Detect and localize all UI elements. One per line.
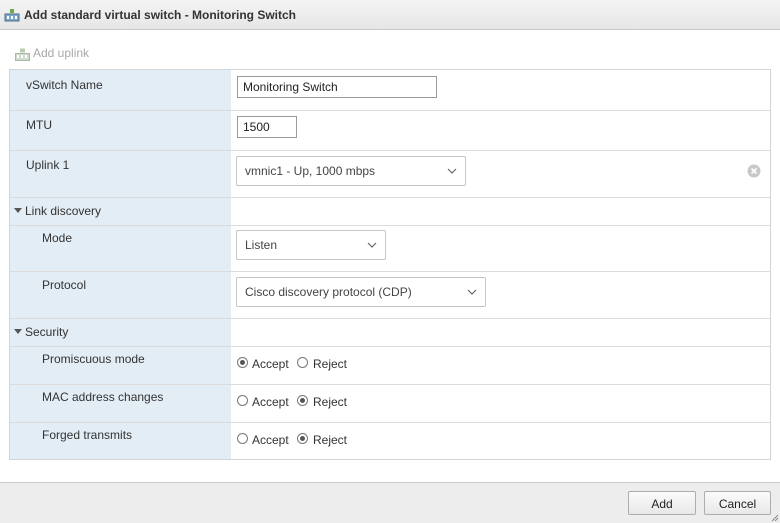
promiscuous-reject-label: Reject: [313, 357, 348, 371]
add-uplink-label: Add uplink: [33, 46, 90, 60]
mtu-input[interactable]: [237, 116, 297, 138]
row-divider: [10, 318, 770, 319]
promiscuous-reject-radio[interactable]: [297, 357, 308, 368]
mac-changes-reject-label: Reject: [313, 395, 348, 409]
protocol-label: Protocol: [42, 278, 87, 292]
mac-changes-reject-radio[interactable]: [297, 395, 308, 406]
uplink1-selected-value: vmnic1 - Up, 1000 mbps: [245, 164, 376, 178]
vswitch-name-label: vSwitch Name: [26, 78, 103, 92]
row-divider: [10, 422, 770, 423]
promiscuous-accept-radio[interactable]: [237, 357, 248, 368]
row-divider: [10, 225, 770, 226]
dialog-footer: Add Cancel: [0, 482, 780, 523]
row-divider: [10, 150, 770, 151]
promiscuous-accept-label: Accept: [252, 357, 289, 371]
protocol-selected-value: Cisco discovery protocol (CDP): [245, 285, 412, 299]
add-button[interactable]: Add: [628, 491, 696, 515]
remove-uplink-icon[interactable]: [747, 164, 761, 178]
chevron-down-icon: [467, 289, 477, 295]
protocol-select[interactable]: Cisco discovery protocol (CDP): [236, 277, 486, 307]
forged-accept-radio[interactable]: [237, 433, 248, 444]
resize-grip-icon[interactable]: [771, 514, 779, 522]
link-discovery-section-label: Link discovery: [25, 204, 102, 218]
uplink-icon: [15, 48, 30, 61]
virtual-switch-icon: [4, 9, 20, 22]
row-divider: [10, 384, 770, 385]
forged-accept-label: Accept: [252, 433, 289, 447]
chevron-down-icon: [367, 242, 377, 248]
cancel-button[interactable]: Cancel: [704, 491, 771, 515]
row-divider: [10, 110, 770, 111]
mode-select[interactable]: Listen: [236, 230, 386, 260]
promiscuous-mode-label: Promiscuous mode: [42, 352, 145, 366]
uplink1-select[interactable]: vmnic1 - Up, 1000 mbps: [236, 156, 466, 186]
mode-selected-value: Listen: [245, 238, 278, 252]
forged-reject-radio[interactable]: [297, 433, 308, 444]
dialog-title-bar: Add standard virtual switch - Monitoring…: [0, 0, 780, 30]
mac-address-changes-label: MAC address changes: [42, 390, 164, 404]
security-section-label: Security: [25, 325, 69, 339]
uplink1-label: Uplink 1: [26, 158, 70, 172]
switch-settings-form: vSwitch Name MTU Uplink 1 vmnic1 - Up, 1…: [9, 69, 771, 460]
mac-changes-accept-label: Accept: [252, 395, 289, 409]
mtu-label: MTU: [26, 118, 52, 132]
mac-changes-accept-radio[interactable]: [237, 395, 248, 406]
forged-transmits-label: Forged transmits: [42, 428, 133, 442]
row-divider: [10, 346, 770, 347]
caret-down-icon: [14, 208, 22, 213]
caret-down-icon: [14, 329, 22, 334]
forged-reject-label: Reject: [313, 433, 348, 447]
mode-label: Mode: [42, 231, 73, 245]
vswitch-name-input[interactable]: [237, 76, 437, 98]
chevron-down-icon: [447, 168, 457, 174]
row-divider: [10, 271, 770, 272]
row-divider: [10, 197, 770, 198]
dialog-title: Add standard virtual switch - Monitoring…: [24, 8, 297, 22]
